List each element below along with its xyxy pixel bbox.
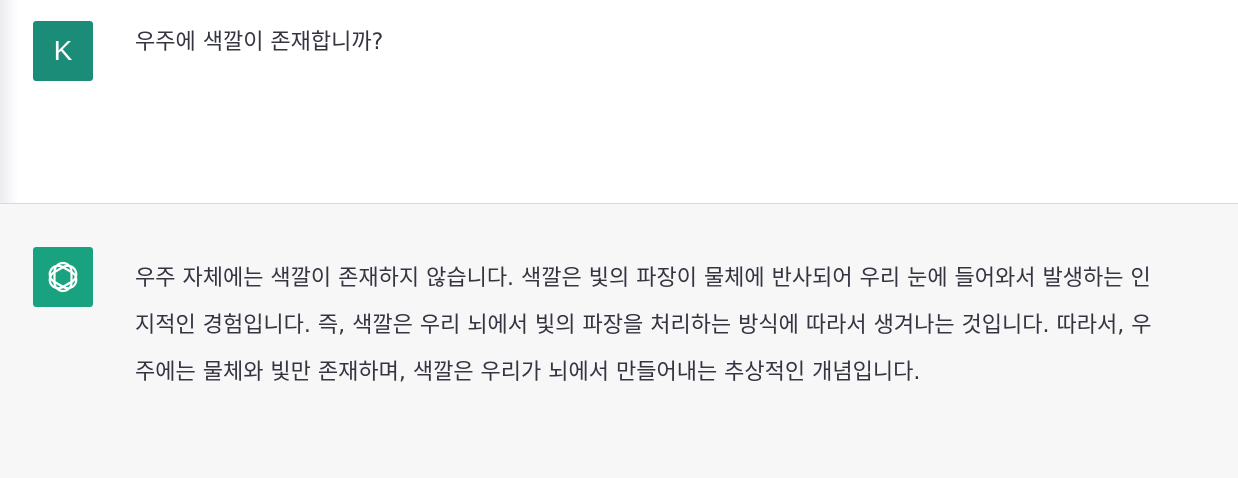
assistant-avatar [33, 247, 93, 307]
user-avatar-letter: K [53, 35, 73, 66]
openai-logo-icon [48, 261, 78, 293]
assistant-message-text: 우주 자체에는 색깔이 존재하지 않습니다. 색깔은 빛의 파장이 물체에 반사… [135, 266, 1152, 385]
assistant-message-row: 우주 자체에는 색깔이 존재하지 않습니다. 색깔은 빛의 파장이 물체에 반사… [0, 204, 1238, 478]
user-avatar: K [33, 21, 93, 81]
user-message-row: K 우주에 색깔이 존재합니까? [0, 0, 1238, 204]
user-message-text: 우주에 색깔이 존재합니까? [135, 30, 384, 55]
